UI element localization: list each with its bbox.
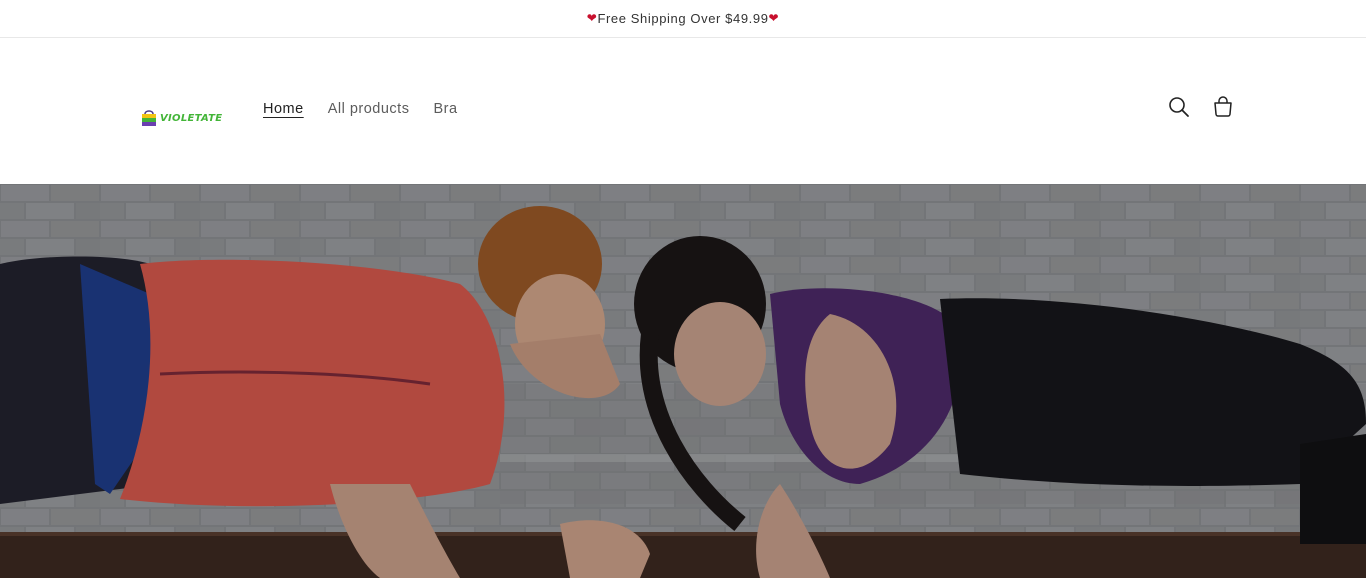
- main-nav: Home All products Bra: [263, 101, 458, 119]
- search-button[interactable]: [1166, 96, 1192, 122]
- shopping-bag-logo-icon: [141, 109, 157, 127]
- heart-icon: ❤: [586, 10, 598, 25]
- cart-button[interactable]: [1210, 95, 1236, 123]
- search-icon: [1168, 96, 1190, 123]
- nav-bra-link[interactable]: Bra: [433, 101, 457, 119]
- cart-icon: [1212, 95, 1234, 123]
- hero-banner: [0, 184, 1366, 578]
- two-women-planking-photo: [0, 184, 1366, 578]
- nav-home-link[interactable]: Home: [263, 101, 304, 119]
- logo-text: VIOLETATE: [160, 112, 223, 124]
- site-header: VIOLETATE Home All products Bra: [0, 38, 1366, 184]
- nav-all-products-link[interactable]: All products: [328, 101, 410, 119]
- site-logo[interactable]: VIOLETATE: [141, 108, 222, 128]
- heart-icon: ❤: [768, 10, 780, 25]
- announcement-text: Free Shipping Over $49.99: [597, 11, 769, 26]
- announcement-bar: ❤ Free Shipping Over $49.99 ❤: [0, 0, 1366, 38]
